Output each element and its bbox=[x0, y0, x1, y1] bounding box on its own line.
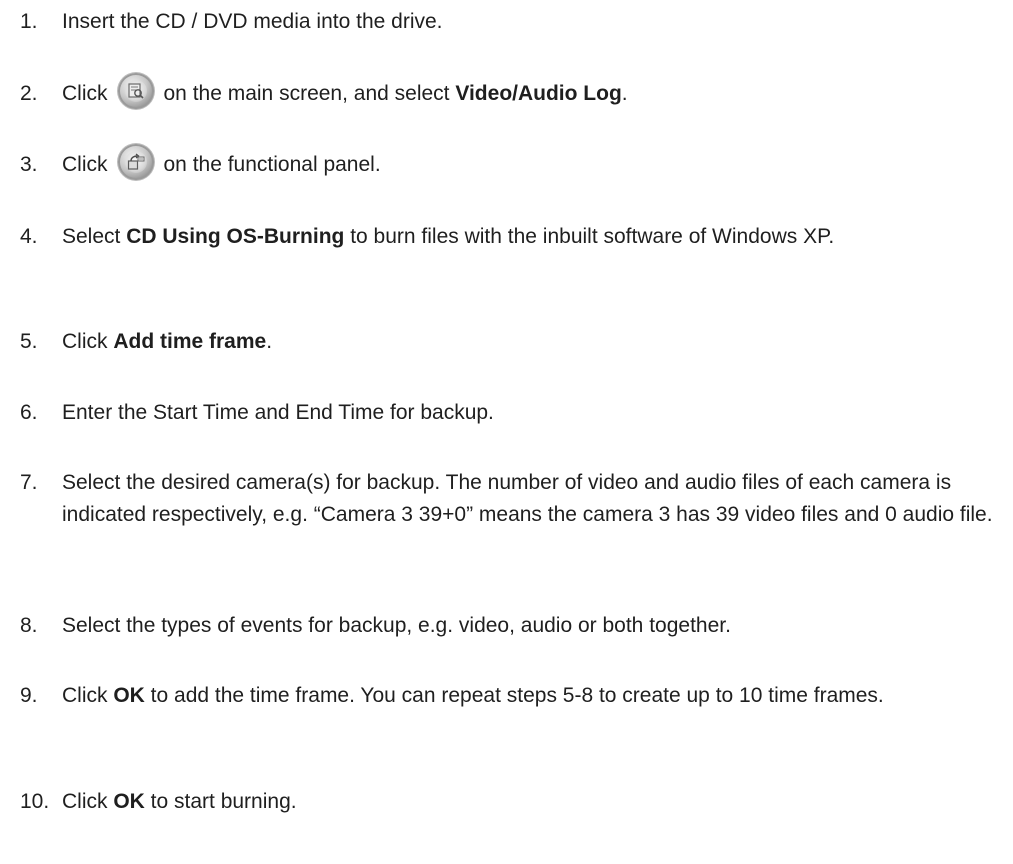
step-number: 3. bbox=[20, 153, 38, 176]
step-number: 5. bbox=[20, 330, 38, 353]
step-text: Select the types of events for backup, e… bbox=[62, 614, 731, 637]
step-text-lead: Select bbox=[62, 225, 127, 248]
step-number: 10. bbox=[20, 790, 50, 813]
step-text: Click OK to add the time frame. You can … bbox=[62, 680, 1007, 712]
step-text-tail: . bbox=[621, 82, 628, 105]
step-text-lead: Click bbox=[62, 153, 108, 176]
step-text-body: to start burning. bbox=[144, 790, 297, 813]
step-text-body: on the main screen, and select bbox=[163, 82, 456, 105]
step-emphasis: Video/Audio Log bbox=[455, 82, 622, 105]
step-number: 7. bbox=[20, 471, 38, 494]
step-text: Enter the Start Time and End Time for ba… bbox=[62, 401, 494, 424]
step-text-body: on the functional panel. bbox=[163, 153, 381, 176]
step-emphasis: CD Using OS-Burning bbox=[126, 225, 345, 248]
step-text-body: to add the time frame. You can repeat st… bbox=[144, 684, 884, 707]
step-text: Click on the main screen, and select Vide… bbox=[62, 73, 1007, 110]
step-text: Select the desired camera(s) for backup.… bbox=[62, 471, 993, 526]
step-emphasis: Add time frame bbox=[113, 330, 267, 353]
step-text: Click on the functional panel. bbox=[62, 144, 1007, 181]
step-text-lead: Click bbox=[62, 82, 108, 105]
step-number: 4. bbox=[20, 225, 38, 248]
step-number: 6. bbox=[20, 401, 38, 424]
step-text: Select CD Using OS-Burning to burn files… bbox=[62, 221, 912, 253]
step-text: Click Add time frame. bbox=[62, 326, 1007, 358]
step-number: 8. bbox=[20, 614, 38, 637]
step-emphasis: OK bbox=[113, 790, 145, 813]
log-search-icon bbox=[117, 73, 154, 110]
step-emphasis: OK bbox=[113, 684, 145, 707]
step-text-tail: . bbox=[266, 330, 273, 353]
step-text-lead: Click bbox=[62, 684, 114, 707]
step-number: 2. bbox=[20, 82, 38, 105]
step-text-body: to burn files with the inbuilt software … bbox=[344, 225, 835, 248]
step-text: Insert the CD / DVD media into the drive… bbox=[62, 10, 443, 33]
step-text: Click OK to start burning. bbox=[62, 786, 1007, 818]
burn-export-icon-glyph bbox=[127, 153, 144, 171]
step-number: 1. bbox=[20, 10, 38, 33]
step-number: 9. bbox=[20, 684, 38, 707]
burn-export-icon bbox=[117, 144, 154, 181]
log-search-icon-glyph bbox=[127, 83, 144, 100]
step-text-lead: Click bbox=[62, 330, 114, 353]
step-text-lead: Click bbox=[62, 790, 114, 813]
